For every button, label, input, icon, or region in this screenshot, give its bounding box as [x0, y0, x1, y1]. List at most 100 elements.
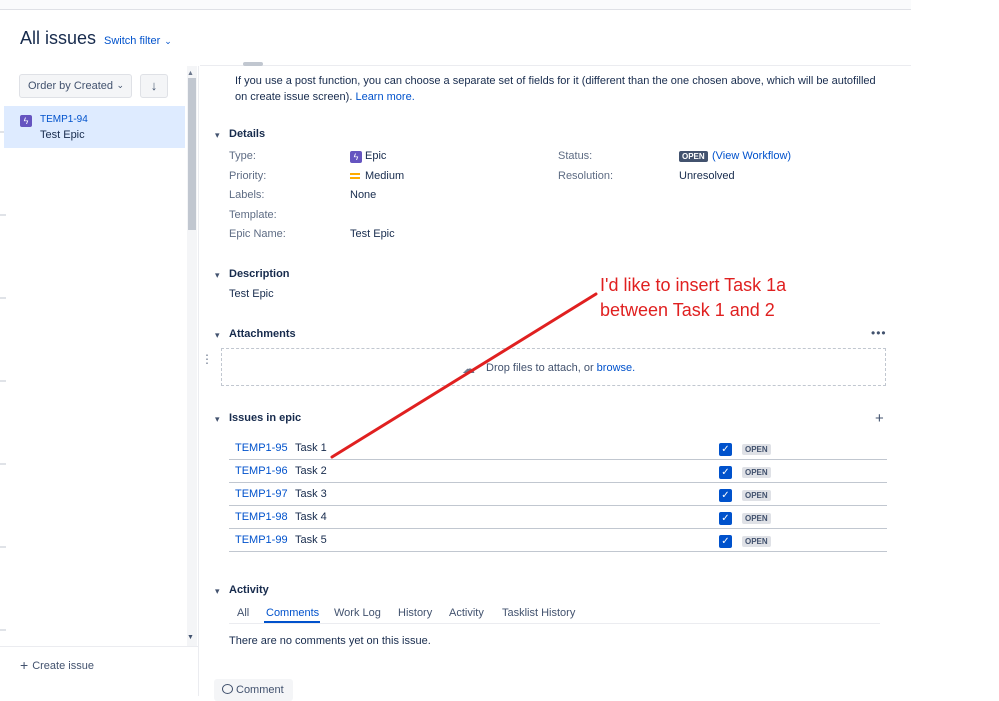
resize-handle-icon[interactable]: ⋮	[201, 352, 213, 366]
view-workflow-link[interactable]: (View Workflow)	[712, 150, 791, 162]
checkbox-checked-icon[interactable]: ✓	[719, 512, 732, 525]
priority-value: Medium	[365, 170, 405, 182]
add-issue-plus-icon[interactable]: +	[875, 410, 884, 427]
checkbox-checked-icon[interactable]: ✓	[719, 466, 732, 479]
create-issue-button[interactable]: + Create issue	[20, 657, 94, 673]
checkbox-checked-icon[interactable]: ✓	[719, 443, 732, 456]
checkbox-checked-icon[interactable]: ✓	[719, 535, 732, 548]
template-label: Template:	[229, 209, 277, 221]
comment-button-label: Comment	[236, 684, 284, 696]
details-heading: Details	[229, 128, 266, 140]
chevron-down-icon[interactable]: ▾	[215, 270, 220, 281]
chevron-down-icon[interactable]: ▾	[215, 330, 220, 341]
scrolled-field-remnant	[243, 62, 263, 66]
issue-key-link[interactable]: TEMP1-97	[235, 488, 288, 500]
plus-icon: +	[20, 657, 29, 673]
tab-all[interactable]: All	[237, 607, 249, 619]
attachments-heading: Attachments	[229, 328, 296, 340]
scroll-down-icon[interactable]: ▼	[187, 634, 194, 641]
chevron-down-icon: ⌄	[116, 80, 124, 90]
annotation-callout: I'd like to insert Task 1a between Task …	[600, 273, 840, 323]
scroll-up-icon[interactable]: ▲	[187, 70, 194, 77]
issue-key-link[interactable]: TEMP1-96	[235, 465, 288, 477]
top-toolbar	[0, 0, 911, 10]
post-function-hint-text: If you use a post function, you can choo…	[235, 75, 876, 103]
status-badge: OPEN	[742, 467, 771, 478]
row-divider	[229, 528, 887, 529]
cloud-upload-icon: ☁	[462, 361, 475, 376]
priority-medium-icon	[350, 173, 360, 179]
sidebar-issue-key: TEMP1-94	[40, 114, 88, 125]
epic-icon: ϟ	[350, 151, 362, 163]
epic-name-label: Epic Name:	[229, 228, 286, 240]
page-title: All issues	[20, 28, 97, 48]
issue-key-link[interactable]: TEMP1-95	[235, 442, 288, 454]
epic-icon: ϟ	[20, 115, 32, 127]
comment-bubble-icon	[222, 684, 233, 694]
issue-summary: Task 4	[295, 511, 327, 523]
labels-value: None	[350, 189, 377, 201]
drop-files-label: Drop files to attach, or	[486, 362, 594, 374]
sort-direction-button[interactable]: ↓	[140, 74, 168, 98]
tab-tasklist-history[interactable]: Tasklist History	[502, 607, 575, 619]
activity-heading: Activity	[229, 584, 269, 596]
issue-list-sidebar	[0, 66, 199, 696]
tab-comments[interactable]: Comments	[266, 607, 319, 619]
order-by-label: Order by Created	[28, 80, 113, 92]
issues-in-epic-heading: Issues in epic	[229, 412, 302, 424]
tab-history[interactable]: History	[398, 607, 432, 619]
description-text[interactable]: Test Epic	[229, 288, 274, 300]
row-divider	[229, 505, 887, 506]
sidebar-edge-ticks	[0, 131, 6, 631]
annotation-line-1: I'd like to insert Task 1a	[600, 275, 787, 295]
issue-key-link[interactable]: TEMP1-98	[235, 511, 288, 523]
checkbox-checked-icon[interactable]: ✓	[719, 489, 732, 502]
browse-link[interactable]: browse.	[597, 362, 636, 374]
row-divider	[229, 459, 887, 460]
empty-comments-text: There are no comments yet on this issue.	[229, 635, 431, 647]
annotation-line-2: between Task 1 and 2	[600, 300, 775, 320]
comment-button[interactable]: Comment	[214, 679, 293, 701]
type-label: Type:	[229, 150, 256, 162]
tab-activity[interactable]: Activity	[449, 607, 484, 619]
order-by-dropdown[interactable]: Order by Created ⌄	[19, 74, 132, 98]
active-tab-indicator	[264, 621, 320, 623]
switch-filter-label: Switch filter	[104, 35, 161, 47]
status-label: Status:	[558, 150, 593, 162]
row-divider	[229, 482, 887, 483]
resolution-label: Resolution:	[558, 170, 614, 182]
post-function-hint: If you use a post function, you can choo…	[235, 73, 885, 105]
chevron-down-icon[interactable]: ▾	[215, 414, 220, 425]
issue-summary: Task 2	[295, 465, 327, 477]
labels-label: Labels:	[229, 189, 265, 201]
status-badge: OPEN	[742, 536, 771, 547]
sidebar-footer-divider	[0, 646, 198, 647]
header-divider	[200, 65, 911, 66]
issue-summary: Task 5	[295, 534, 327, 546]
tabs-divider	[229, 623, 880, 624]
learn-more-link[interactable]: Learn more.	[355, 91, 414, 103]
more-options-icon[interactable]: •••	[871, 326, 887, 340]
scrollbar-thumb[interactable]	[188, 78, 196, 230]
priority-label: Priority:	[229, 170, 267, 182]
create-issue-label: Create issue	[32, 660, 94, 672]
chevron-down-icon: ⌄	[164, 36, 172, 46]
dropzone-text: Drop files to attach, or browse.	[486, 362, 635, 374]
tab-work-log[interactable]: Work Log	[334, 607, 381, 619]
sidebar-issue-summary: Test Epic	[40, 129, 85, 141]
chevron-down-icon[interactable]: ▾	[215, 586, 220, 597]
status-badge: OPEN	[742, 444, 771, 455]
issue-key-link[interactable]: TEMP1-99	[235, 534, 288, 546]
description-heading: Description	[229, 268, 290, 280]
switch-filter-button[interactable]: Switch filter ⌄	[104, 35, 172, 47]
arrow-down-icon: ↓	[150, 78, 158, 93]
status-badge: OPEN	[742, 490, 771, 501]
chevron-down-icon[interactable]: ▾	[215, 130, 220, 141]
resolution-value: Unresolved	[679, 170, 735, 182]
list-item-selected[interactable]	[4, 106, 185, 148]
type-value: Epic	[365, 150, 387, 162]
epic-name-value: Test Epic	[350, 228, 395, 240]
status-badge: OPEN	[679, 151, 708, 162]
right-margin	[911, 0, 999, 696]
row-divider	[229, 551, 887, 552]
